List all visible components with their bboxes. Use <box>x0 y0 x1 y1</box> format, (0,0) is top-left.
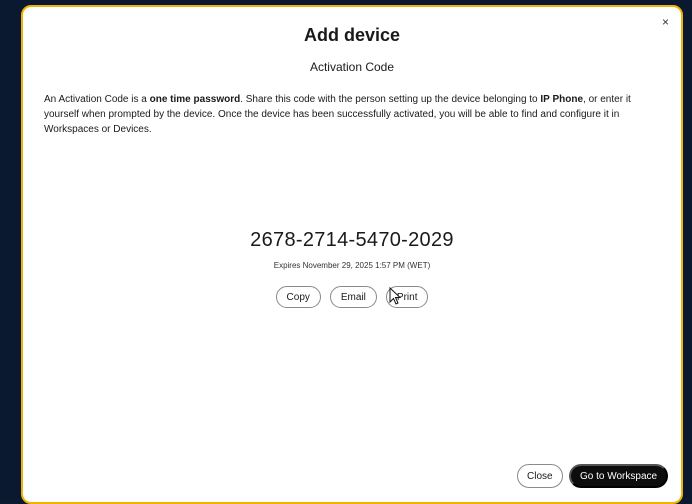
copy-button[interactable]: Copy <box>275 286 321 308</box>
dialog-subtitle: Activation Code <box>309 60 395 74</box>
expiration-text: Expires November 29, 2025 1:57 PM (WET) <box>273 261 431 270</box>
dialog-title: Add device <box>303 25 401 45</box>
activation-description: An Activation Code is a one time passwor… <box>44 92 654 137</box>
go-to-workspace-button[interactable]: Go to Workspace <box>569 464 669 488</box>
mouse-pointer-icon <box>389 287 401 305</box>
description-bold-1: one time password <box>149 94 241 105</box>
email-button[interactable]: Email <box>329 286 377 308</box>
add-device-dialog: × Add device Activation Code An Activati… <box>21 5 683 504</box>
description-bold-2: IP Phone <box>540 94 584 105</box>
close-button[interactable]: Close <box>517 464 563 488</box>
description-text-1: An Activation Code is a <box>44 94 150 105</box>
code-actions: Copy Email Print <box>23 286 681 308</box>
activation-code: 2678-2714-5470-2029 <box>250 229 454 251</box>
description-text-2: . Share this code with the person settin… <box>240 94 541 105</box>
